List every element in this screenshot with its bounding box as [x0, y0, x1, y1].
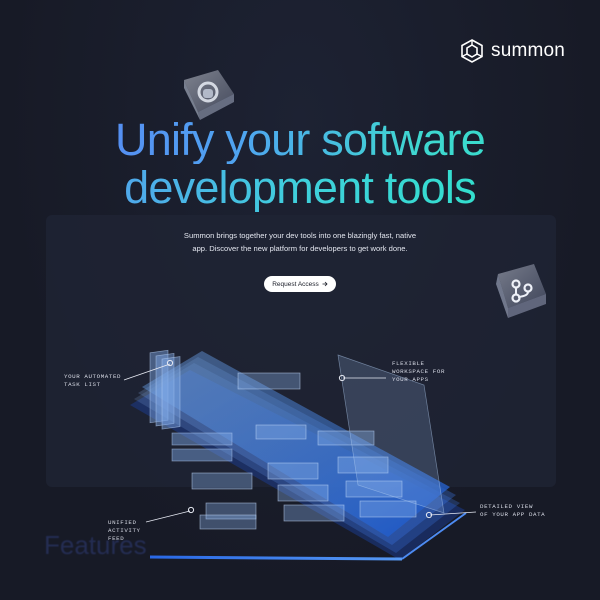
features-heading: Features	[44, 530, 147, 560]
landing-page: summon Unify your software development t…	[0, 0, 600, 600]
callout-task-list: YOUR AUTOMATED TASK LIST	[64, 373, 122, 388]
callout-detail-view: DETAILED VIEW OF YOUR APP DATA	[480, 503, 546, 518]
callout-workspace: FLEXIBLE WORKSPACE FOR YOUR APPS	[392, 360, 446, 383]
